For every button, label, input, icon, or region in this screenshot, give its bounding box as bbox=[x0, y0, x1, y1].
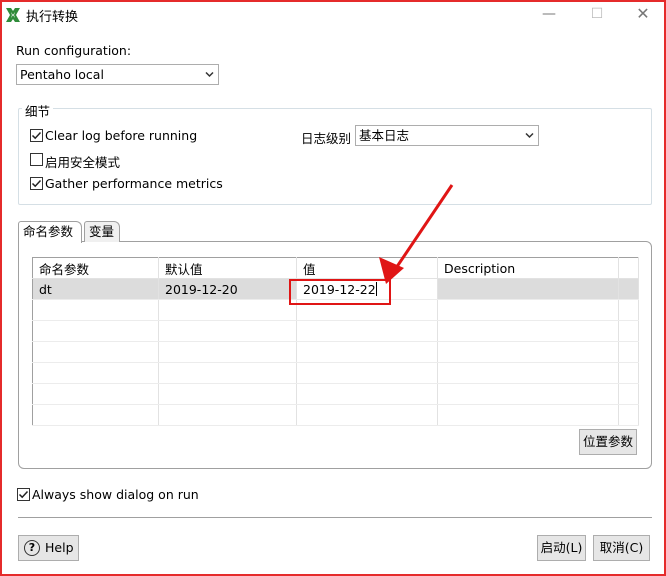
run-configuration-label: Run configuration: bbox=[16, 43, 132, 58]
annotation-highlight-box bbox=[289, 279, 391, 305]
title-bar: 执行转换 — ☐ ✕ bbox=[2, 2, 664, 28]
always-show-label: Always show dialog on run bbox=[32, 487, 199, 502]
checkmark-icon bbox=[18, 490, 29, 499]
column-header[interactable]: 默认值 bbox=[158, 257, 297, 279]
tab-variables[interactable]: 变量 bbox=[84, 221, 120, 242]
maximize-button[interactable]: ☐ bbox=[574, 2, 620, 28]
details-group-title: 细节 bbox=[22, 101, 54, 120]
table-row-empty bbox=[32, 320, 639, 342]
help-icon: ? bbox=[24, 540, 40, 556]
checkmark-icon bbox=[31, 131, 42, 140]
minimize-button[interactable]: — bbox=[526, 2, 572, 28]
column-header[interactable]: Description bbox=[437, 257, 619, 279]
window-title: 执行转换 bbox=[26, 10, 79, 25]
log-level-label: 日志级别 bbox=[301, 131, 352, 146]
safe-mode-checkbox[interactable] bbox=[30, 153, 43, 166]
clear-log-checkbox[interactable] bbox=[30, 129, 43, 142]
row-filler-cell bbox=[618, 278, 639, 300]
table-row-empty bbox=[32, 362, 639, 384]
gather-metrics-label: Gather performance metrics bbox=[45, 176, 223, 191]
always-show-checkbox[interactable] bbox=[17, 488, 30, 501]
run-configuration-select[interactable]: Pentaho local bbox=[16, 64, 219, 85]
log-level-select[interactable]: 基本日志 bbox=[355, 125, 539, 146]
tab-named-parameters[interactable]: 命名参数 bbox=[18, 221, 82, 243]
run-configuration-value: Pentaho local bbox=[20, 67, 104, 82]
column-header[interactable]: 命名参数 bbox=[32, 257, 159, 279]
param-default-cell[interactable]: 2019-12-20 bbox=[158, 278, 297, 300]
log-level-value: 基本日志 bbox=[359, 128, 410, 143]
help-button[interactable]: ? Help bbox=[18, 535, 79, 561]
checkmark-icon bbox=[31, 179, 42, 188]
param-description-cell[interactable] bbox=[437, 278, 619, 300]
start-button[interactable]: 启动(L) bbox=[537, 535, 586, 561]
help-button-label: Help bbox=[45, 540, 74, 555]
column-header[interactable]: 值 bbox=[296, 257, 438, 279]
clear-log-label: Clear log before running bbox=[45, 128, 198, 143]
divider bbox=[18, 517, 652, 518]
table-row-empty bbox=[32, 383, 639, 405]
table-row-empty bbox=[32, 341, 639, 363]
table-row-empty bbox=[32, 404, 639, 426]
position-parameters-button[interactable]: 位置参数 bbox=[579, 429, 637, 455]
chevron-down-icon bbox=[205, 71, 214, 78]
dialog-window: 执行转换 — ☐ ✕ Run configuration: Pentaho lo… bbox=[0, 0, 666, 576]
tab-variables-label: 变量 bbox=[89, 224, 115, 239]
column-header-filler bbox=[618, 257, 639, 279]
safe-mode-label: 启用安全模式 bbox=[45, 155, 121, 170]
param-name-cell[interactable]: dt bbox=[32, 278, 159, 300]
chevron-down-icon bbox=[525, 132, 534, 139]
tab-named-parameters-label: 命名参数 bbox=[23, 224, 74, 239]
pentaho-spoon-icon bbox=[6, 8, 20, 22]
cancel-button[interactable]: 取消(C) bbox=[593, 535, 650, 561]
close-button[interactable]: ✕ bbox=[620, 2, 666, 28]
table-header-row: 命名参数 默认值 值 Description bbox=[32, 257, 639, 279]
gather-metrics-checkbox[interactable] bbox=[30, 177, 43, 190]
